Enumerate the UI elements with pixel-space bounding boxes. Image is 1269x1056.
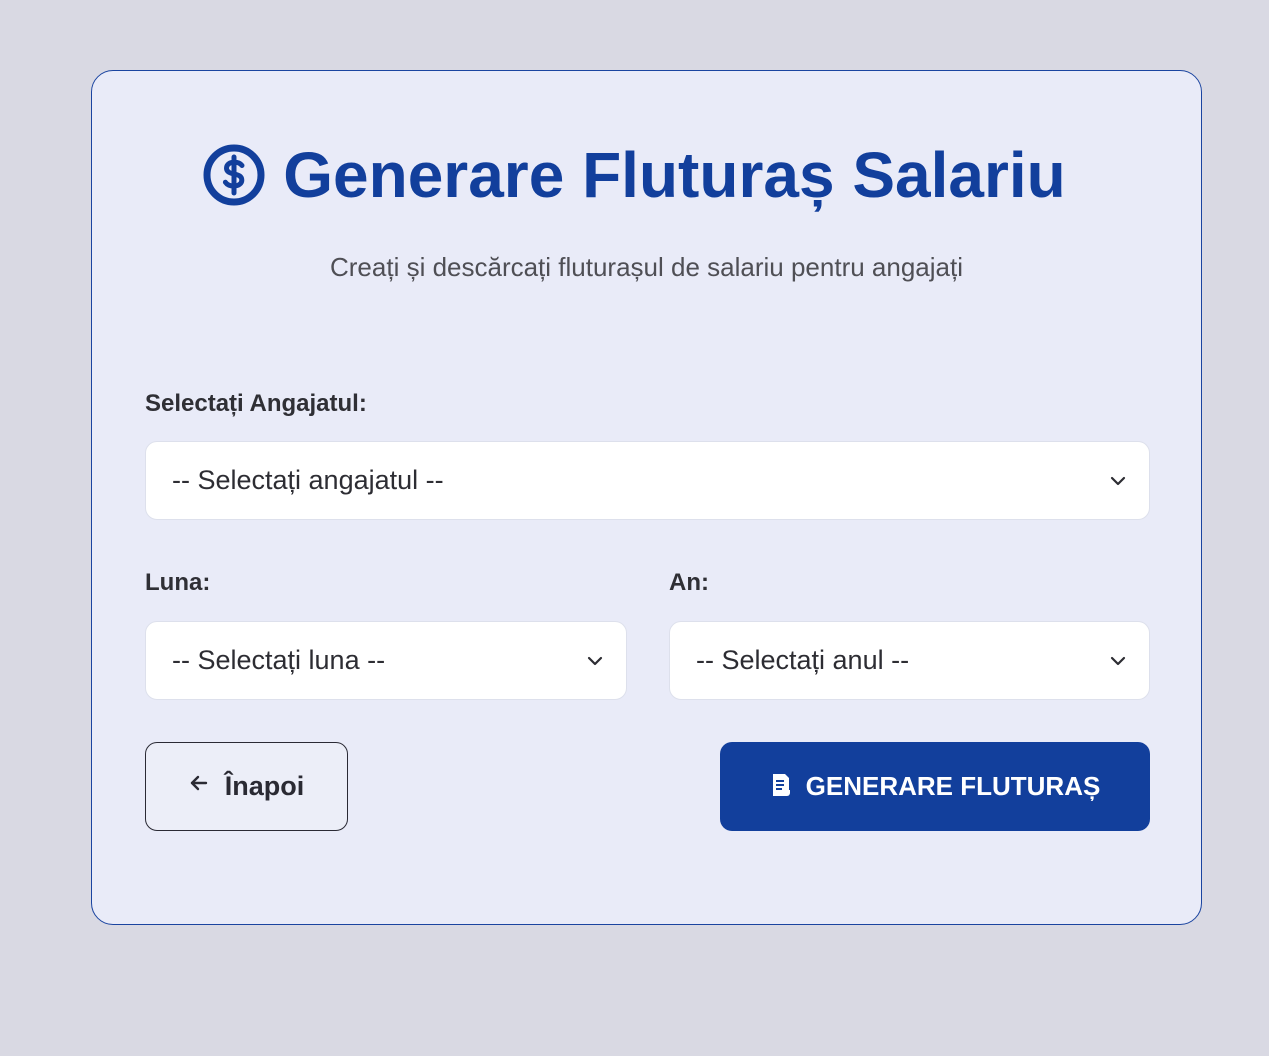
chevron-down-icon (1109, 475, 1127, 487)
employee-select[interactable]: -- Selectați angajatul -- (145, 441, 1150, 520)
month-select-value: -- Selectați luna -- (172, 645, 386, 675)
page-subtitle: Creați și descărcați fluturașul de salar… (329, 252, 963, 282)
chevron-down-icon (1109, 655, 1127, 667)
back-button-label: Înapoi (224, 771, 305, 801)
page-title: Generare Fluturaș Salariu (0, 135, 1269, 215)
employee-select-value: -- Selectați angajatul -- (172, 465, 444, 495)
arrow-left-icon (189, 774, 209, 792)
year-select-value: -- Selectați anul -- (696, 645, 910, 675)
employee-label: Selectați Angajatul: (145, 390, 367, 417)
month-select[interactable]: -- Selectați luna -- (145, 621, 627, 700)
year-select[interactable]: -- Selectați anul -- (669, 621, 1150, 700)
document-icon (770, 772, 792, 798)
generate-button-label: GENERARE FLUTURAȘ (805, 771, 1101, 801)
chevron-down-icon (586, 655, 604, 667)
month-label: Luna: (145, 569, 211, 596)
year-label: An: (669, 569, 709, 596)
dollar-circle-icon (203, 144, 265, 206)
back-button[interactable]: Înapoi (145, 742, 348, 831)
generate-payslip-button[interactable]: GENERARE FLUTURAȘ (720, 742, 1150, 831)
page-title-text: Generare Fluturaș Salariu (283, 139, 1066, 211)
